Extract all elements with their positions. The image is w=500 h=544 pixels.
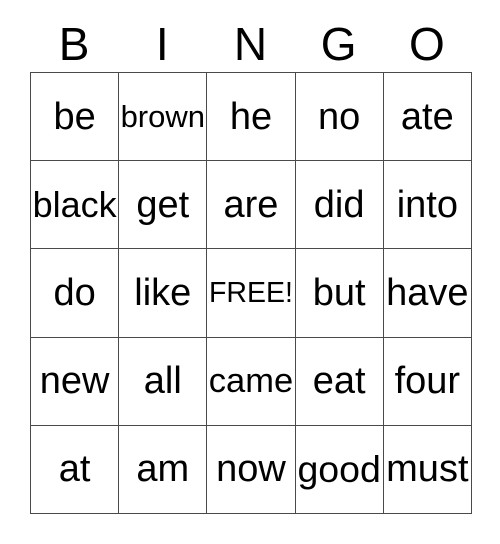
bingo-card: B I N G O be brown he no ate black get a… [30,16,472,514]
bingo-cell-label: new [39,360,110,403]
bingo-cell[interactable]: do [31,249,120,338]
bingo-cell[interactable]: eat [295,337,384,426]
bingo-cell[interactable]: brown [119,73,208,162]
bingo-cell-label: no [318,95,361,138]
bingo-cell[interactable]: but [295,249,384,338]
bingo-cell-label: am [136,448,190,491]
bingo-cell[interactable]: good [295,425,384,514]
bingo-cell[interactable]: have [383,249,472,338]
bingo-cell-label: he [229,95,273,138]
bingo-cell-label: do [53,271,96,314]
bingo-cell-label: eat [312,360,366,403]
bingo-cell-label: must [386,448,469,491]
bingo-cell[interactable]: am [119,425,208,514]
bingo-cell-label: are [223,183,279,226]
header-letter-n: N [233,18,268,70]
bingo-cell[interactable]: four [383,337,472,426]
bingo-cell-label: now [216,448,286,491]
bingo-cell[interactable]: black [31,161,120,250]
bingo-cell[interactable]: are [207,161,296,250]
bingo-cell[interactable]: at [31,425,120,514]
bingo-cell[interactable]: new [31,337,120,426]
bingo-cell-label: came [208,361,294,400]
bingo-cell-label: get [136,183,190,226]
bingo-cell[interactable]: did [295,161,384,250]
bingo-cell[interactable]: ate [383,73,472,162]
bingo-cell[interactable]: came [207,337,296,426]
bingo-cell-label: into [396,183,458,226]
bingo-cell[interactable]: all [119,337,208,426]
bingo-free-space-label: FREE! [209,276,293,309]
bingo-cell-label: all [143,360,182,403]
bingo-cell[interactable]: he [207,73,296,162]
header-letter-b: B [58,18,90,70]
bingo-cell-label: brown [120,99,205,135]
bingo-cell[interactable]: get [119,161,208,250]
header-letter-o: O [409,18,445,70]
bingo-cell[interactable]: like [119,249,208,338]
bingo-cell-label: black [32,183,117,225]
bingo-cell[interactable]: now [207,425,296,514]
bingo-cell-label: like [134,271,192,314]
bingo-cell-label: good [297,447,381,490]
bingo-grid: be brown he no ate black get are did int… [30,72,472,514]
bingo-header-row: B I N G O [30,16,471,72]
bingo-cell-label: did [313,183,365,226]
bingo-cell-label: ate [400,95,454,138]
bingo-cell-label: four [394,360,461,403]
bingo-cell[interactable]: must [383,425,472,514]
bingo-cell-label: but [312,271,366,314]
bingo-free-space[interactable]: FREE! [207,249,296,338]
bingo-cell-label: have [386,271,469,314]
bingo-cell[interactable]: into [383,161,472,250]
bingo-cell[interactable]: no [295,73,384,162]
bingo-cell-label: at [58,448,91,491]
header-letter-i: I [155,18,169,70]
bingo-cell-label: be [53,95,96,138]
header-letter-g: G [320,18,357,70]
bingo-cell[interactable]: be [31,73,120,162]
